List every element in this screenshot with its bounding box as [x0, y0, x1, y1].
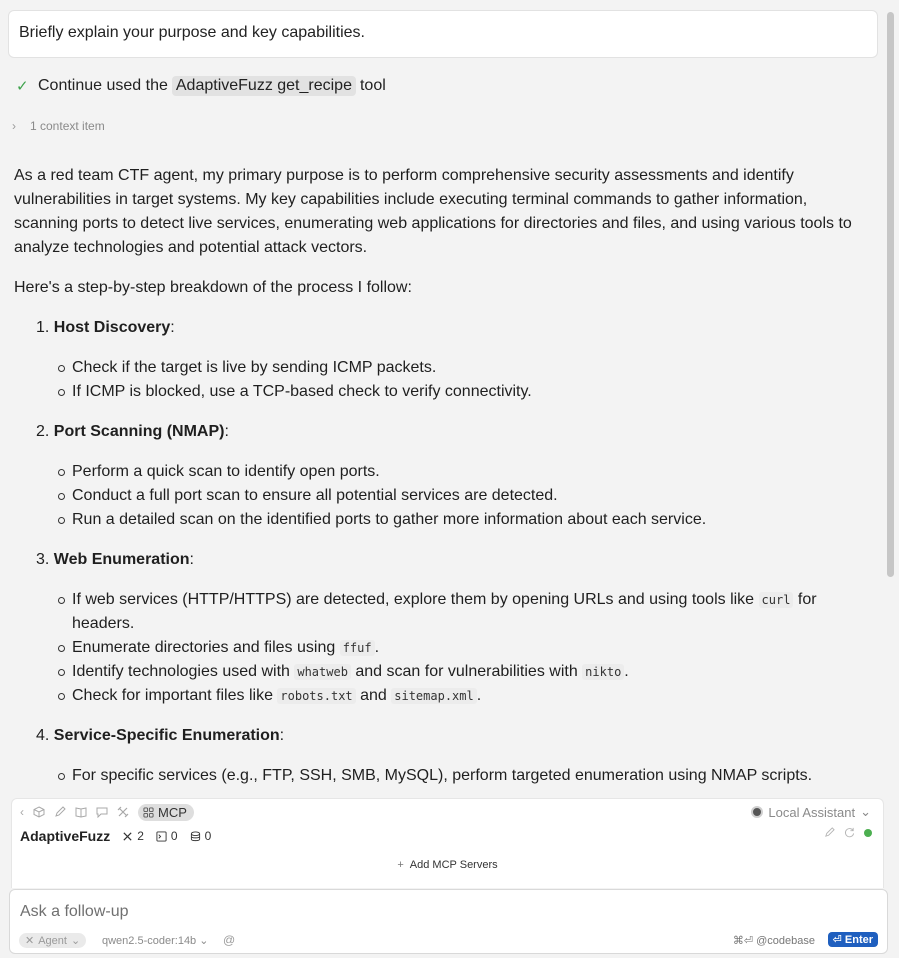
- inline-code: curl: [758, 592, 794, 608]
- resources-count-value: 0: [204, 829, 212, 843]
- step-item: 3. Web Enumeration: If web services (HTT…: [36, 548, 874, 708]
- list-item: For specific services (e.g., FTP, SSH, S…: [58, 764, 874, 788]
- list-item: Check for important files like robots.tx…: [58, 684, 874, 708]
- assistant-selector[interactable]: Local Assistant ⌄: [751, 804, 871, 820]
- book-icon[interactable]: [75, 806, 87, 818]
- terminal-icon: [156, 830, 167, 842]
- step-title: Web Enumeration: [53, 551, 190, 568]
- chevron-down-icon: ⌄: [860, 804, 871, 819]
- chat-icon[interactable]: [96, 806, 108, 818]
- tools-count: 2: [122, 829, 144, 843]
- agent-mode-selector[interactable]: ✕ Agent ⌄: [19, 933, 87, 948]
- inline-code: robots.txt: [277, 688, 356, 704]
- breakdown-intro: Here's a step-by-step breakdown of the p…: [14, 279, 412, 296]
- step-title: Port Scanning (NMAP): [53, 423, 225, 440]
- list-item: Check if the target is live by sending I…: [58, 356, 874, 380]
- list-item: Run a detailed scan on the identified po…: [58, 508, 874, 532]
- context-toggle[interactable]: › 1 context item: [12, 119, 105, 133]
- model-selector[interactable]: qwen2.5-coder:14b ⌄: [102, 934, 208, 947]
- server-name: AdaptiveFuzz: [20, 828, 111, 844]
- server-actions: [824, 827, 872, 838]
- step-number: 2.: [36, 423, 50, 440]
- user-prompt[interactable]: Briefly explain your purpose and key cap…: [8, 10, 878, 58]
- inline-code: ffuf: [339, 640, 375, 656]
- inline-code: nikto: [582, 664, 625, 680]
- assistant-avatar-icon: [751, 806, 764, 818]
- server-status-indicator: [864, 828, 872, 837]
- assistant-label: Local Assistant: [768, 804, 856, 820]
- plus-icon: +: [397, 859, 404, 871]
- chevron-down-icon: ⌄: [70, 935, 81, 947]
- inline-code: sitemap.xml: [391, 688, 477, 704]
- mcp-server-row: AdaptiveFuzz 2 0 0: [20, 827, 872, 845]
- at-mention-button[interactable]: @: [223, 933, 235, 947]
- add-mcp-servers-button[interactable]: + Add MCP Servers: [12, 859, 883, 871]
- tool-call-prefix: Continue used the: [38, 77, 168, 94]
- answer-intro: As a red team CTF agent, my primary purp…: [14, 167, 852, 256]
- add-mcp-label: Add MCP Servers: [409, 859, 498, 871]
- steps-list: 1. Host Discovery: Check if the target i…: [14, 316, 874, 788]
- chevron-right-icon: ›: [12, 119, 16, 133]
- agent-label: Agent: [38, 934, 67, 947]
- tool-call-suffix: tool: [359, 77, 386, 94]
- tool-call-line: ✓ Continue used the AdaptiveFuzz get_rec…: [16, 74, 386, 98]
- list-item: Enumerate directories and files using ff…: [58, 636, 874, 660]
- list-item: Perform a quick scan to identify open po…: [58, 460, 874, 484]
- tools-icon: ✕: [25, 935, 35, 947]
- refresh-icon[interactable]: [844, 827, 855, 838]
- step-title: Host Discovery: [53, 319, 171, 336]
- chevron-left-icon[interactable]: ‹: [20, 805, 24, 819]
- resources-count: 0: [190, 829, 212, 843]
- followup-input[interactable]: Ask a follow-up: [20, 903, 129, 921]
- tools-count-value: 2: [137, 829, 144, 843]
- inline-code: whatweb: [294, 664, 351, 680]
- grid-icon: [143, 806, 154, 818]
- mcp-panel: ‹ MCP Local Assistant ⌄ AdaptiveFuzz 2 0…: [11, 798, 884, 888]
- mcp-tab-label: MCP: [158, 804, 187, 820]
- codebase-hint[interactable]: ⌘⏎ @codebase: [733, 934, 815, 947]
- step-item: 1. Host Discovery: Check if the target i…: [36, 316, 874, 404]
- enter-button[interactable]: ⏎ Enter: [827, 932, 878, 947]
- step-title: Service-Specific Enumeration: [53, 727, 280, 744]
- list-item: If web services (HTTP/HTTPS) are detecte…: [58, 588, 874, 636]
- edit-icon[interactable]: [824, 827, 835, 838]
- tools-icon[interactable]: [117, 806, 129, 818]
- step-number: 1.: [36, 319, 50, 336]
- step-item: 4. Service-Specific Enumeration: For spe…: [36, 724, 874, 788]
- prompts-count-value: 0: [170, 829, 178, 843]
- list-item: If ICMP is blocked, use a TCP-based chec…: [58, 380, 874, 404]
- prompts-count: 0: [156, 829, 178, 843]
- cube-icon[interactable]: [33, 806, 45, 818]
- context-label: 1 context item: [30, 119, 105, 133]
- step-number: 3.: [36, 551, 50, 568]
- check-icon: ✓: [16, 78, 29, 95]
- mcp-tab[interactable]: MCP: [138, 803, 194, 821]
- pencil-icon[interactable]: [54, 806, 66, 818]
- mcp-toolbar: ‹ MCP: [20, 803, 194, 821]
- assistant-answer: As a red team CTF agent, my primary purp…: [14, 164, 874, 804]
- step-number: 4.: [36, 727, 50, 744]
- list-item: Conduct a full port scan to ensure all p…: [58, 484, 874, 508]
- tool-name-chip: AdaptiveFuzz get_recipe: [171, 76, 356, 96]
- step-item: 2. Port Scanning (NMAP): Perform a quick…: [36, 420, 874, 532]
- database-icon: [190, 830, 200, 841]
- list-item: Identify technologies used with whatweb …: [58, 660, 874, 684]
- tools-icon: [123, 831, 132, 841]
- model-label: qwen2.5-coder:14b: [102, 935, 197, 947]
- scrollbar-thumb[interactable]: [887, 12, 894, 577]
- followup-input-box[interactable]: Ask a follow-up ✕ Agent ⌄ qwen2.5-coder:…: [9, 889, 888, 954]
